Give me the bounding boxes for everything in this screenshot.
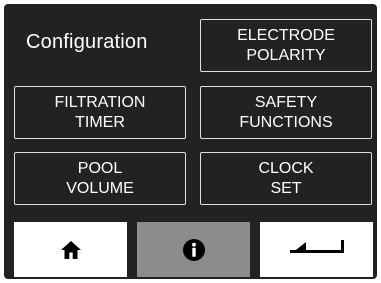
return-arrow-icon [289, 239, 344, 253]
button-label-line2: VOLUME [66, 179, 134, 197]
button-label-line2: POLARITY [246, 46, 326, 64]
button-label-line1: CLOCK [258, 159, 314, 177]
back-button[interactable] [260, 222, 373, 277]
button-label-line2: SET [270, 179, 302, 197]
home-button[interactable] [14, 222, 127, 277]
configuration-screen: Configuration ELECTRODE POLARITY FILTRAT… [4, 4, 377, 279]
info-button[interactable] [137, 222, 250, 277]
clock-set-button[interactable]: CLOCK SET [200, 152, 372, 205]
info-icon [182, 238, 205, 261]
safety-functions-button[interactable]: SAFETY FUNCTIONS [200, 86, 372, 139]
button-label-line1: FILTRATION [54, 93, 146, 111]
filtration-timer-button[interactable]: FILTRATION TIMER [14, 86, 186, 139]
button-label-line2: TIMER [75, 113, 125, 131]
button-label-line1: ELECTRODE [237, 26, 335, 44]
button-label-line2: FUNCTIONS [239, 113, 333, 131]
page-title: Configuration [26, 31, 148, 53]
pool-volume-button[interactable]: POOL VOLUME [14, 152, 186, 205]
home-icon [60, 240, 81, 259]
electrode-polarity-button[interactable]: ELECTRODE POLARITY [200, 19, 372, 72]
button-label-line1: SAFETY [254, 93, 318, 111]
button-label-line1: POOL [77, 159, 123, 177]
